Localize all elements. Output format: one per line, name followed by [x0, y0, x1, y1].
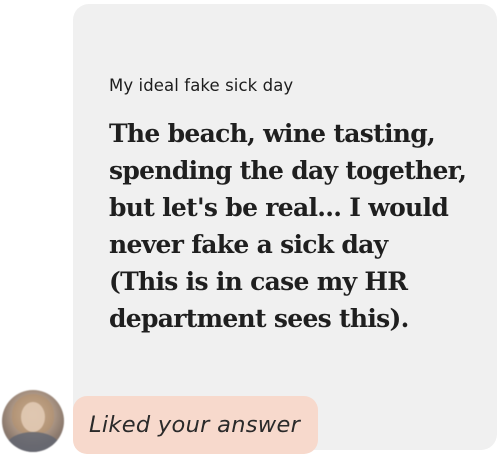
- reply-text: Liked your answer: [89, 412, 301, 438]
- prompt-question: My ideal fake sick day: [109, 76, 294, 95]
- avatar[interactable]: [2, 390, 64, 452]
- prompt-card: My ideal fake sick day The beach, wine t…: [73, 4, 497, 450]
- avatar-face: [21, 402, 45, 432]
- prompt-answer: The beach, wine tasting, spending the da…: [109, 119, 467, 333]
- reply-bubble: Liked your answer: [73, 396, 319, 454]
- conversation-view: My ideal fake sick day The beach, wine t…: [0, 0, 500, 456]
- avatar-shoulders: [6, 432, 60, 452]
